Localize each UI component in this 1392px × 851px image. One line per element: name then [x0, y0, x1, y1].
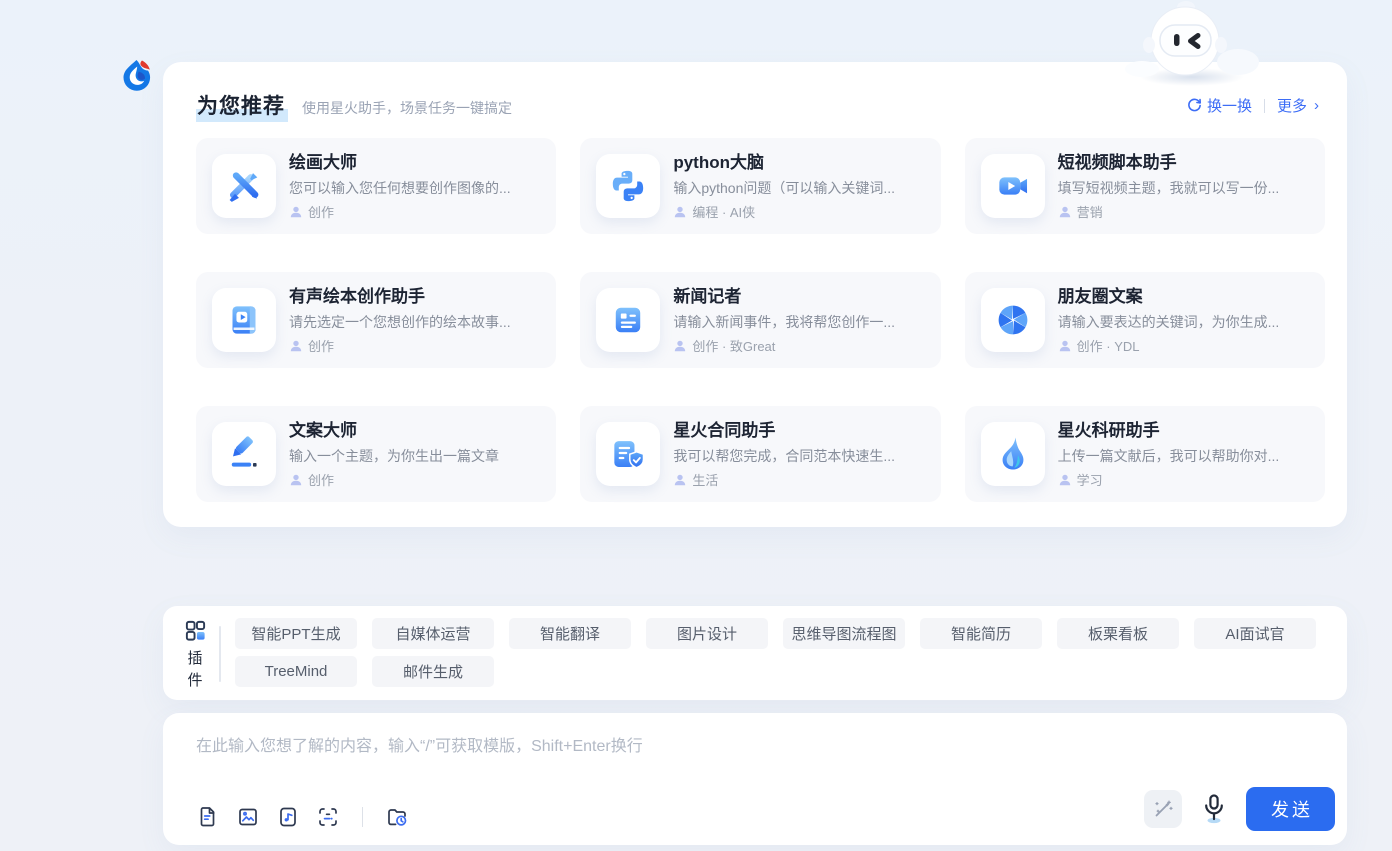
plugin-chip[interactable]: 智能PPT生成 — [235, 618, 357, 649]
plugin-chip[interactable]: 思维导图流程图 — [783, 618, 905, 649]
assistant-desc: 请输入新闻事件，我将帮您创作一... — [673, 311, 924, 333]
more-button[interactable]: 更多› — [1277, 95, 1319, 116]
assistant-title: 朋友圈文案 — [1058, 285, 1309, 309]
assistant-title: 短视频脚本助手 — [1058, 151, 1309, 175]
assistant-title: 星火科研助手 — [1058, 419, 1309, 443]
person-icon — [673, 339, 687, 353]
plugin-panel: 插 件 智能PPT生成自媒体运营智能翻译图片设计思维导图流程图智能简历板栗看板 A… — [163, 606, 1347, 700]
assistant-card[interactable]: 朋友圈文案 请输入要表达的关键词，为你生成... 创作 · YDL — [965, 272, 1325, 368]
assistant-desc: 请输入要表达的关键词，为你生成... — [1058, 311, 1309, 333]
magic-wand-button[interactable] — [1144, 790, 1182, 828]
assistant-tags: 创作 · YDL — [1077, 336, 1140, 355]
plugin-chip-list: 智能PPT生成自媒体运营智能翻译图片设计思维导图流程图智能简历板栗看板 AI面试官… — [235, 618, 1335, 687]
chat-input[interactable] — [196, 735, 1196, 791]
assistant-desc: 您可以输入您任何想要创作图像的... — [289, 177, 540, 199]
person-icon — [289, 205, 303, 219]
audio-book-icon — [212, 288, 276, 352]
recommend-subtitle: 使用星火助手，场景任务一键搞定 — [302, 98, 512, 118]
person-icon — [289, 473, 303, 487]
person-icon — [289, 339, 303, 353]
aperture-icon — [981, 288, 1045, 352]
person-icon — [1058, 205, 1072, 219]
assistant-card[interactable]: 星火合同助手 我可以帮您完成，合同范本快速生... 生活 — [580, 406, 940, 502]
assistant-card[interactable]: 短视频脚本助手 填写短视频主题，我就可以写一份... 营销 — [965, 138, 1325, 234]
assistant-tags: 编程 · AI侠 — [692, 202, 755, 221]
audio-file-icon[interactable] — [276, 805, 300, 829]
assistant-card[interactable]: 星火科研助手 上传一篇文献后，我可以帮助你对... 学习 — [965, 406, 1325, 502]
assistant-tags: 创作 — [308, 470, 334, 489]
assistant-desc: 我可以帮您完成，合同范本快速生... — [673, 445, 924, 467]
recommend-title: 为您推荐 — [196, 90, 288, 122]
history-folder-icon[interactable] — [385, 805, 409, 829]
plugin-chip[interactable]: 邮件生成 — [372, 656, 494, 687]
plugin-chip[interactable]: 图片设计 — [646, 618, 768, 649]
plugin-chip[interactable]: 板栗看板 — [1057, 618, 1179, 649]
toolbar-divider — [362, 807, 363, 827]
assistant-title: 星火合同助手 — [673, 419, 924, 443]
plugin-divider — [219, 626, 221, 682]
assistant-tags: 生活 — [692, 470, 718, 489]
person-icon — [673, 473, 687, 487]
plugin-label-char-2: 件 — [182, 671, 208, 691]
recommend-panel: 为您推荐 使用星火助手，场景任务一键搞定 换一换 更多› 绘画大师 您可以输入您… — [163, 62, 1347, 527]
plugin-label-char-1: 插 — [182, 649, 208, 669]
spark-flame-icon — [981, 422, 1045, 486]
send-button[interactable]: 发送 — [1246, 787, 1335, 831]
plugin-grid-icon — [184, 619, 207, 642]
assistant-grid: 绘画大师 您可以输入您任何想要创作图像的... 创作 python大脑 输入py… — [196, 138, 1325, 502]
microphone-button[interactable] — [1200, 793, 1228, 825]
chevron-right-icon: › — [1314, 97, 1319, 114]
paint-brush-icon — [212, 154, 276, 218]
magic-wand-icon — [1152, 798, 1174, 820]
person-icon — [1058, 339, 1072, 353]
refresh-button[interactable]: 换一换 — [1187, 95, 1252, 116]
plugin-chip[interactable]: 智能翻译 — [509, 618, 631, 649]
attachment-toolbar — [196, 805, 409, 829]
mascot-robot — [1122, 0, 1270, 90]
assistant-title: 新闻记者 — [673, 285, 924, 309]
assistant-title: 文案大师 — [289, 419, 540, 443]
composer-panel: 发送 — [163, 713, 1347, 845]
document-file-icon[interactable] — [196, 805, 220, 829]
assistant-title: 有声绘本创作助手 — [289, 285, 540, 309]
plugin-chip[interactable]: AI面试官 — [1194, 618, 1316, 649]
assistant-card[interactable]: 文案大师 输入一个主题，为你生出一篇文章 创作 — [196, 406, 556, 502]
assistant-card[interactable]: 绘画大师 您可以输入您任何想要创作图像的... 创作 — [196, 138, 556, 234]
assistant-desc: 输入一个主题，为你生出一篇文章 — [289, 445, 540, 467]
header-divider — [1264, 99, 1265, 113]
assistant-desc: 输入python问题（可以输入关键词... — [673, 177, 924, 199]
person-icon — [673, 205, 687, 219]
scan-icon[interactable] — [316, 805, 340, 829]
assistant-title: python大脑 — [673, 151, 924, 175]
assistant-card[interactable]: 新闻记者 请输入新闻事件，我将帮您创作一... 创作 · 致Great — [580, 272, 940, 368]
python-icon — [596, 154, 660, 218]
plugin-chip[interactable]: 自媒体运营 — [372, 618, 494, 649]
plugin-chip[interactable]: 智能简历 — [920, 618, 1042, 649]
assistant-desc: 上传一篇文献后，我可以帮助你对... — [1058, 445, 1309, 467]
iflytek-logo[interactable] — [121, 58, 153, 92]
assistant-desc: 请先选定一个您想创作的绘本故事... — [289, 311, 540, 333]
newspaper-icon — [596, 288, 660, 352]
plugin-chip[interactable]: TreeMind — [235, 656, 357, 687]
video-camera-icon — [981, 154, 1045, 218]
composer-actions: 发送 — [1144, 787, 1335, 831]
pencil-icon — [212, 422, 276, 486]
assistant-tags: 学习 — [1077, 470, 1103, 489]
refresh-icon — [1187, 98, 1202, 113]
assistant-desc: 填写短视频主题，我就可以写一份... — [1058, 177, 1309, 199]
assistant-title: 绘画大师 — [289, 151, 540, 175]
assistant-tags: 创作 · 致Great — [692, 336, 775, 355]
assistant-tags: 创作 — [308, 336, 334, 355]
assistant-card[interactable]: python大脑 输入python问题（可以输入关键词... 编程 · AI侠 — [580, 138, 940, 234]
assistant-tags: 营销 — [1077, 202, 1103, 221]
person-icon — [1058, 473, 1072, 487]
image-file-icon[interactable] — [236, 805, 260, 829]
assistant-tags: 创作 — [308, 202, 334, 221]
contract-shield-icon — [596, 422, 660, 486]
assistant-card[interactable]: 有声绘本创作助手 请先选定一个您想创作的绘本故事... 创作 — [196, 272, 556, 368]
